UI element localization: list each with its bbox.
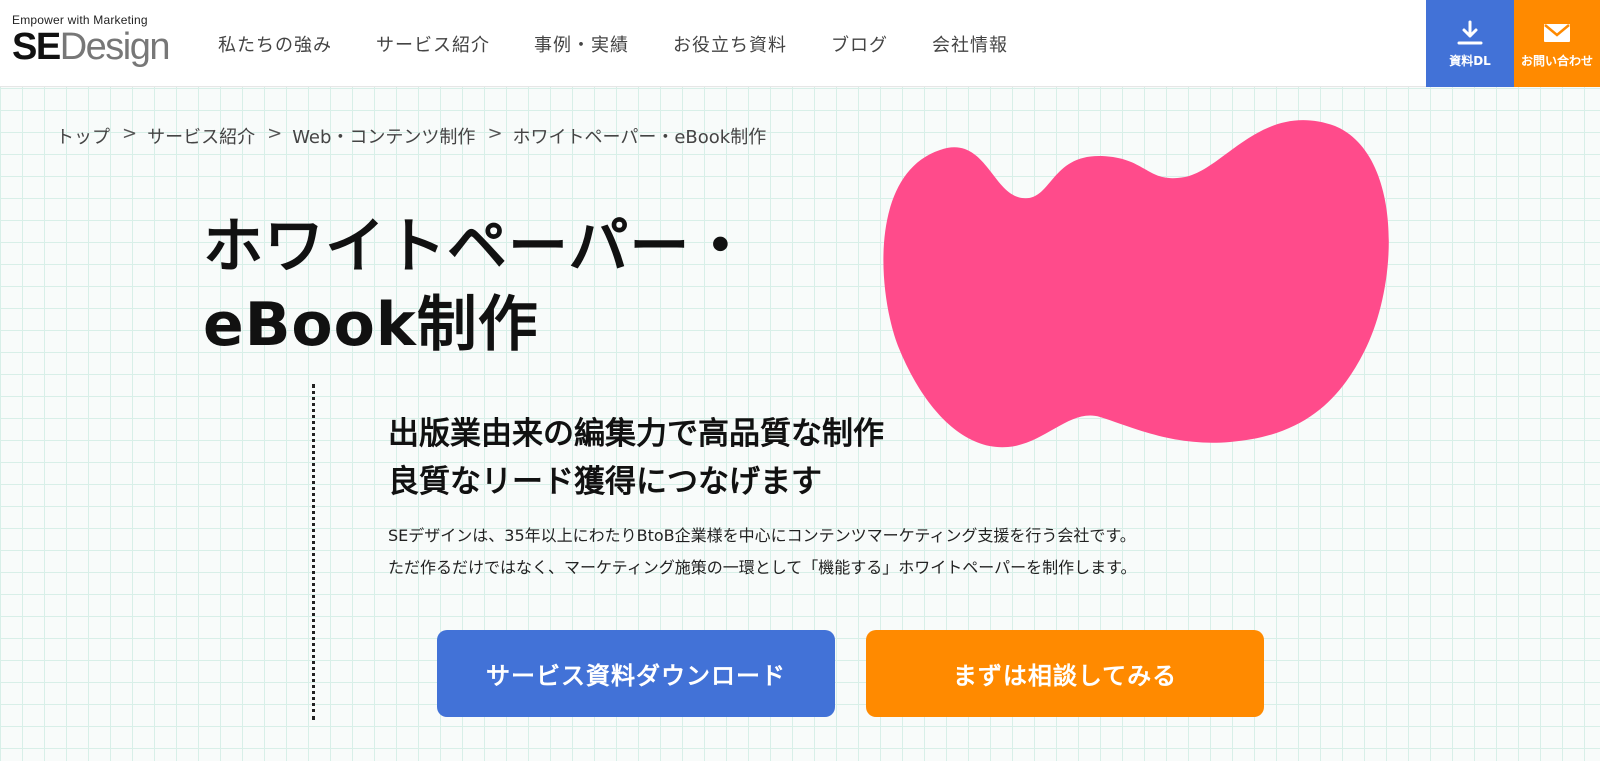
breadcrumb-web-content[interactable]: Web・コンテンツ制作 (292, 123, 475, 149)
nav-item-resources[interactable]: お役立ち資料 (673, 31, 787, 57)
logo-wordmark: SEDesign (12, 26, 171, 68)
logo-brand-light: Design (59, 26, 171, 68)
logo-brand-bold: SE (12, 26, 61, 68)
subheading-line1: 出版業由来の編集力で高品質な制作 (388, 416, 884, 452)
breadcrumb-separator: > (122, 123, 138, 144)
consult-button[interactable]: まずは相談してみる (866, 630, 1264, 717)
breadcrumb-services[interactable]: サービス紹介 (147, 123, 255, 149)
description-line2: ただ作るだけではなく、マーケティング施策の一環として「機能する」ホワイトペーパー… (388, 558, 1137, 577)
logo-tagline: Empower with Marketing (12, 13, 148, 27)
service-download-button[interactable]: サービス資料ダウンロード (437, 630, 835, 717)
subheading-line2: 良質なリード獲得につなげます (388, 464, 822, 500)
page-title-line2: eBook制作 (203, 290, 539, 360)
page-title-line1: ホワイトペーパー・ (203, 212, 752, 282)
download-icon (1457, 20, 1483, 45)
site-header: Empower with Marketing SEDesign 私たちの強み サ… (0, 0, 1600, 87)
nav-item-company[interactable]: 会社情報 (932, 31, 1008, 57)
main-nav: 私たちの強み サービス紹介 事例・実績 お役立ち資料 ブログ 会社情報 (218, 0, 1052, 87)
dotted-divider (312, 384, 315, 720)
header-contact-button[interactable]: お問い合わせ (1514, 0, 1600, 87)
description-line1: SEデザインは、35年以上にわたりBtoB企業様を中心にコンテンツマーケティング… (388, 526, 1136, 545)
hero-description: SEデザインは、35年以上にわたりBtoB企業様を中心にコンテンツマーケティング… (388, 520, 1268, 584)
nav-item-blog[interactable]: ブログ (831, 31, 888, 57)
header-contact-label: お問い合わせ (1520, 54, 1593, 68)
mail-icon (1544, 24, 1570, 42)
breadcrumb-separator: > (487, 123, 503, 144)
hero-subheading: 出版業由来の編集力で高品質な制作 良質なリード獲得につなげます (388, 410, 1088, 506)
header-download-button[interactable]: 資料DL (1426, 0, 1514, 87)
nav-item-strengths[interactable]: 私たちの強み (218, 31, 332, 57)
nav-item-cases[interactable]: 事例・実績 (534, 31, 629, 57)
breadcrumb: トップ > サービス紹介 > Web・コンテンツ制作 > ホワイトペーパー・eB… (56, 123, 766, 149)
nav-item-services[interactable]: サービス紹介 (376, 31, 490, 57)
decorative-blob (883, 120, 1389, 448)
page-title: ホワイトペーパー・ eBook制作 (203, 208, 843, 364)
breadcrumb-top[interactable]: トップ (56, 123, 110, 149)
logo[interactable]: Empower with Marketing SEDesign (12, 13, 172, 73)
breadcrumb-current: ホワイトペーパー・eBook制作 (512, 127, 767, 148)
header-download-label: 資料DL (1449, 54, 1491, 68)
breadcrumb-separator: > (267, 123, 283, 144)
